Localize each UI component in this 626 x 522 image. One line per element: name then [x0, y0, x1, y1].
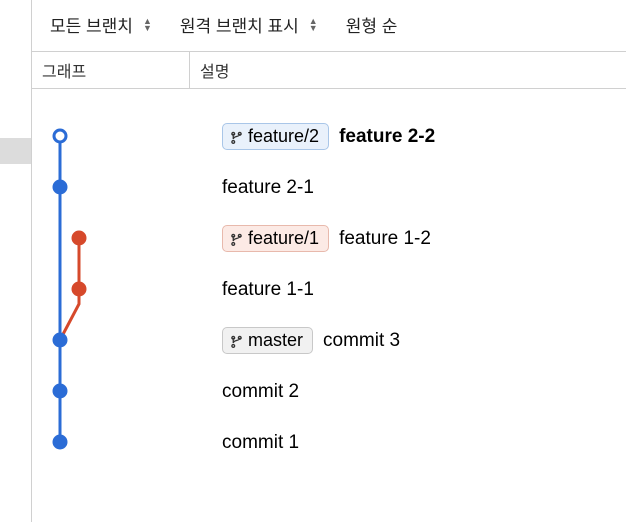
commit-row[interactable]: commit 2 [222, 366, 626, 417]
table-headers: 그래프 설명 [32, 51, 626, 89]
commit-message: commit 1 [222, 432, 299, 454]
branch-tag-label: feature/2 [248, 126, 319, 147]
stepper-icon: ▲▼ [309, 18, 318, 32]
branch-filter-label: 모든 브랜치 [50, 12, 133, 37]
remote-branch-label: 원격 브랜치 표시 [180, 12, 299, 37]
branch-tag[interactable]: feature/2 [222, 123, 329, 150]
commit-row[interactable]: feature 1-1 [222, 264, 626, 315]
commit-message: feature 2-1 [222, 177, 314, 199]
commit-graph [32, 89, 222, 509]
branch-tag-label: master [248, 330, 303, 351]
commit-message: commit 3 [323, 330, 400, 352]
stepper-icon: ▲▼ [143, 18, 152, 32]
sidebar-selection-highlight [0, 138, 31, 164]
graph-column [32, 89, 222, 522]
commit-row[interactable]: feature/2 feature 2-2 [222, 111, 626, 162]
commit-row[interactable]: feature/1 feature 1-2 [222, 213, 626, 264]
toolbar: 모든 브랜치 ▲▼ 원격 브랜치 표시 ▲▼ 원형 순 [32, 0, 626, 51]
left-sidebar-strip [0, 0, 32, 522]
header-graph[interactable]: 그래프 [32, 52, 190, 88]
order-dropdown[interactable]: 원형 순 [336, 10, 408, 39]
branch-tag-label: feature/1 [248, 228, 319, 249]
branch-filter-dropdown[interactable]: 모든 브랜치 ▲▼ [40, 10, 162, 39]
commit-message: feature 2-2 [339, 126, 435, 148]
commit-row[interactable]: feature 2-1 [222, 162, 626, 213]
commit-list: feature/2 feature 2-2 feature 2-1 feature/1… [32, 89, 626, 522]
branch-tag[interactable]: feature/1 [222, 225, 329, 252]
commit-row[interactable]: master commit 3 [222, 315, 626, 366]
commit-message: feature 1-1 [222, 279, 314, 301]
branch-tag[interactable]: master [222, 327, 313, 354]
description-column: feature/2 feature 2-2 feature 2-1 feature/1… [222, 89, 626, 522]
commit-message: feature 1-2 [339, 228, 431, 250]
header-desc[interactable]: 설명 [190, 52, 626, 88]
commit-row[interactable]: commit 1 [222, 417, 626, 468]
commit-message: commit 2 [222, 381, 299, 403]
order-label: 원형 순 [346, 12, 398, 37]
remote-branch-dropdown[interactable]: 원격 브랜치 표시 ▲▼ [170, 10, 328, 39]
